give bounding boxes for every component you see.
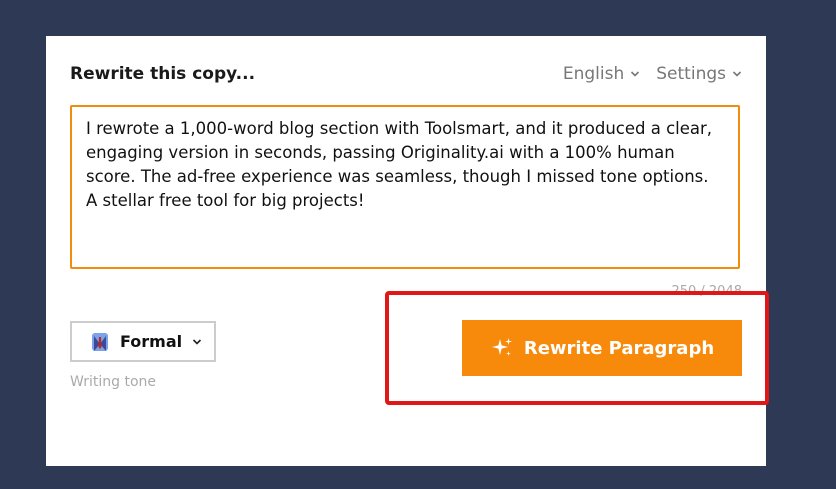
settings-label: Settings (656, 64, 726, 84)
rewrite-button-label: Rewrite Paragraph (523, 337, 715, 359)
formal-suit-icon (92, 332, 108, 351)
rewrite-paragraph-button[interactable]: Rewrite Paragraph (462, 320, 742, 376)
top-controls: English Settings (563, 64, 742, 84)
sparkle-icon (491, 338, 512, 356)
copy-textarea[interactable]: I rewrote a 1,000-word blog section with… (70, 105, 740, 269)
chevron-down-icon (193, 338, 202, 345)
rewrite-card: Rewrite this copy... English Settings I … (46, 36, 766, 466)
language-label: English (562, 64, 625, 84)
writing-tone-dropdown[interactable]: Formal (70, 321, 216, 362)
chevron-down-icon (631, 71, 640, 77)
page-title: Rewrite this copy... (70, 64, 256, 84)
chevron-down-icon (732, 71, 742, 77)
language-dropdown[interactable]: English (563, 64, 640, 84)
settings-dropdown[interactable]: Settings (656, 64, 742, 84)
tone-value: Formal (120, 332, 183, 351)
character-counter: 250 / 2048 (671, 284, 742, 299)
writing-tone-label: Writing tone (70, 374, 156, 390)
